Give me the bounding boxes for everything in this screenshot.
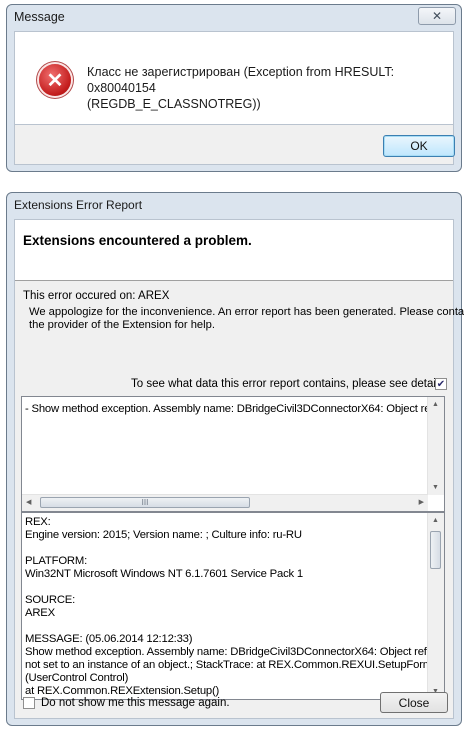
vertical-scroll-thumb[interactable] [430,531,441,569]
scroll-up-arrow-icon[interactable]: ▲ [432,401,439,408]
error-icon: ✕ [39,64,71,96]
error-report-dialog: Extensions Error Report Extensions encou… [6,192,464,726]
details-line: Engine version: 2015; Version name: ; Cu… [25,529,302,541]
checkmark-icon: ✔ [436,378,446,390]
error-report-title: Extensions Error Report [14,198,143,212]
details-vertical-scrollbar[interactable]: ▲ ▼ [427,513,444,699]
scroll-down-arrow-icon[interactable]: ▼ [432,484,439,491]
details-line [25,620,427,633]
message-body: ✕ Класс не зарегистрирован (Exception fr… [14,31,454,125]
scroll-left-arrow-icon[interactable]: ◀ [26,498,31,506]
details-text: REX: Engine version: 2015; Version name: … [25,516,445,699]
summary-text: - Show method exception. Assembly name: … [25,403,445,415]
details-textbox[interactable]: REX: Engine version: 2015; Version name: … [21,512,445,700]
scroll-up-arrow-icon[interactable]: ▲ [432,517,439,524]
summary-vertical-scrollbar[interactable]: ▲ ▼ [427,397,444,495]
error-message: Класс не зарегистрирован (Exception from… [87,64,447,112]
close-button[interactable]: ✕ [418,7,456,25]
details-checkbox[interactable]: ✔ [435,378,447,390]
details-line [25,542,427,555]
error-report-header: Extensions encountered a problem. [15,220,453,281]
dont-show-label: Do not show me this message again. [41,697,230,709]
details-line: REX: [25,516,51,528]
details-line: PLATFORM: [25,555,88,567]
apology-line1: We appologize for the inconvenience. An … [29,306,464,318]
details-line: MESSAGE: (05.06.2014 12:12:33) [25,633,193,645]
error-message-line1: Класс не зарегистрирован (Exception from… [87,65,395,95]
summary-textbox[interactable]: - Show method exception. Assembly name: … [21,396,445,512]
close-icon[interactable]: ✕ [432,9,442,23]
error-message-line2: (REGDB_E_CLASSNOTREG)) [87,97,261,111]
details-line: AREX [25,607,55,619]
horizontal-scroll-thumb[interactable]: III [40,497,250,508]
details-line: Show method exception. Assembly name: DB… [25,646,445,658]
see-details-label: To see what data this error report conta… [131,378,448,390]
details-line: not set to an instance of an object.; St… [25,659,432,671]
scroll-right-arrow-icon[interactable]: ▶ [419,498,424,506]
details-line: SOURCE: [25,594,76,606]
close-report-button[interactable]: Close [380,692,448,713]
details-line: (UserControl Control) [25,672,129,684]
dont-show-checkbox[interactable] [23,697,35,709]
apology-line2: the provider of the Extension for help. [29,319,215,331]
message-dialog: Message ✕ ✕ Класс не зарегистрирован (Ex… [6,4,462,172]
details-line [25,581,427,594]
ok-button[interactable]: OK [383,135,455,157]
error-report-client: Extensions encountered a problem. This e… [14,219,464,719]
details-line: Win32NT Microsoft Windows NT 6.1.7601 Se… [25,568,303,580]
scroll-grip: III [141,498,149,507]
message-footer: OK [14,125,455,165]
header-title: Extensions encountered a problem. [23,233,252,248]
message-dialog-title: Message [14,10,65,24]
summary-horizontal-scrollbar[interactable]: ◀ III ▶ [22,494,428,511]
occurred-on-text: This error occured on: AREX [23,290,170,302]
